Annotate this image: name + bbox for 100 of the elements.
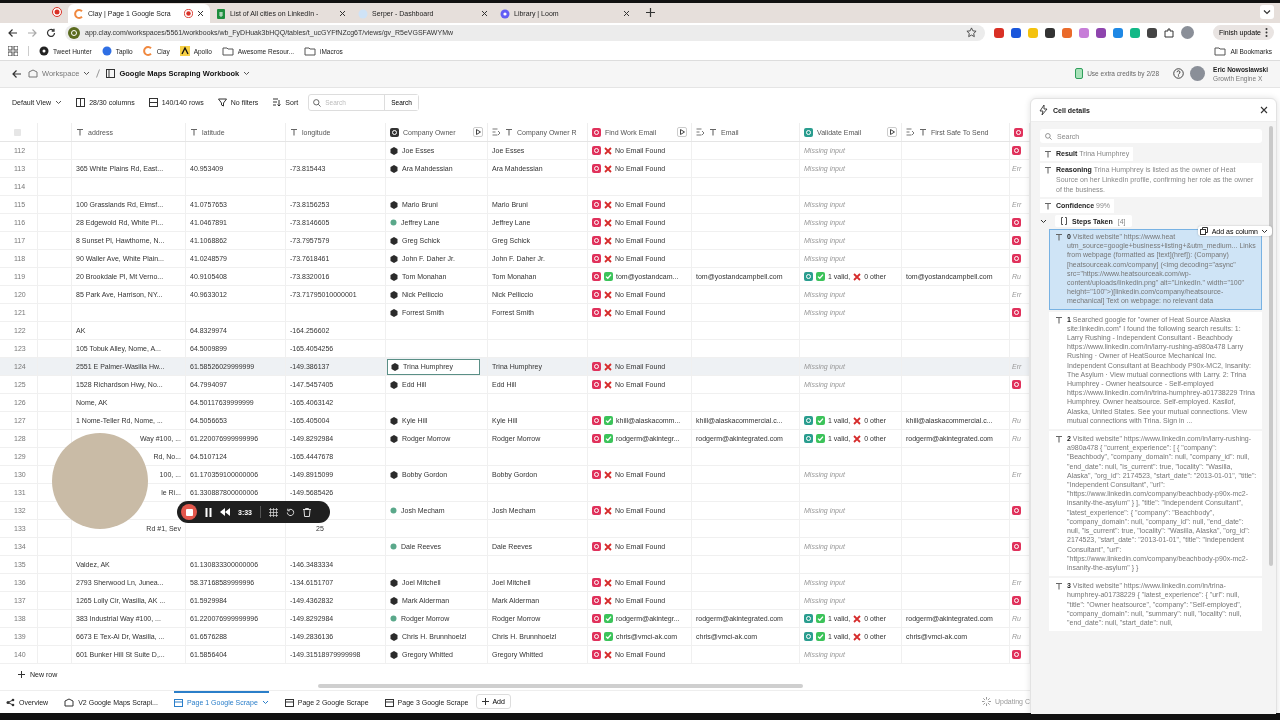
spinner-icon bbox=[981, 697, 991, 707]
app-icon bbox=[1012, 650, 1021, 660]
folder-icon bbox=[1214, 46, 1227, 57]
trash-icon[interactable] bbox=[303, 507, 311, 517]
app-icon bbox=[1012, 146, 1021, 156]
run-button[interactable] bbox=[473, 127, 483, 138]
app-icon bbox=[592, 164, 601, 174]
app-icon bbox=[592, 254, 601, 264]
app-icon bbox=[592, 308, 601, 318]
dot-icon bbox=[390, 219, 397, 227]
extension-icon[interactable] bbox=[1096, 27, 1106, 38]
back-arrow-icon[interactable] bbox=[8, 27, 18, 38]
check-icon bbox=[604, 416, 613, 426]
formula-icon bbox=[696, 128, 705, 137]
check-icon bbox=[816, 272, 825, 282]
close-icon[interactable] bbox=[197, 10, 204, 18]
breadcrumb-separator-icon bbox=[96, 69, 101, 79]
rows-icon bbox=[148, 98, 158, 108]
table-icon bbox=[173, 698, 183, 707]
cross-icon bbox=[604, 254, 612, 263]
cross-icon bbox=[604, 506, 612, 515]
extension-icon[interactable] bbox=[1045, 27, 1055, 38]
run-button[interactable] bbox=[677, 127, 687, 138]
chevron-down-icon[interactable] bbox=[1040, 217, 1047, 225]
check-icon bbox=[604, 272, 613, 282]
cross-icon bbox=[853, 416, 862, 425]
chevron-down-icon bbox=[1261, 228, 1268, 234]
grid-icon[interactable] bbox=[269, 507, 278, 517]
scrollbar-thumb[interactable] bbox=[318, 683, 803, 688]
restart-icon[interactable] bbox=[286, 507, 295, 517]
brackets-icon bbox=[1061, 217, 1067, 225]
folder-icon bbox=[221, 46, 234, 57]
app-icon bbox=[592, 236, 601, 246]
chevron-down-icon bbox=[243, 71, 251, 77]
close-icon[interactable] bbox=[481, 10, 488, 18]
app-icon bbox=[1012, 506, 1021, 516]
close-icon[interactable] bbox=[1260, 106, 1268, 114]
formula-icon bbox=[492, 128, 501, 137]
plus-icon[interactable] bbox=[646, 8, 655, 18]
text-type-icon bbox=[919, 128, 927, 137]
search-icon bbox=[1045, 133, 1052, 140]
pause-icon[interactable] bbox=[205, 507, 212, 517]
copy-icon[interactable] bbox=[1199, 227, 1208, 235]
app-icon bbox=[804, 614, 813, 624]
nodes-icon bbox=[6, 698, 15, 708]
c-logo-icon bbox=[142, 46, 153, 57]
stop-button[interactable] bbox=[181, 504, 197, 520]
back-arrow-icon[interactable] bbox=[12, 68, 22, 79]
app-icon bbox=[804, 272, 813, 282]
close-icon[interactable] bbox=[339, 10, 346, 18]
cross-icon bbox=[604, 542, 612, 551]
app-icon bbox=[1012, 308, 1021, 318]
dot-icon bbox=[390, 543, 397, 551]
cross-icon bbox=[604, 308, 612, 317]
star-icon[interactable] bbox=[966, 27, 977, 39]
search-icon bbox=[313, 98, 322, 107]
apps-grid-icon[interactable] bbox=[8, 46, 18, 57]
puzzle-icon[interactable] bbox=[1164, 27, 1174, 38]
avatar-icon[interactable] bbox=[1190, 66, 1206, 82]
app-icon bbox=[592, 542, 601, 552]
sparkle-icon bbox=[1039, 105, 1048, 115]
app-icon bbox=[1012, 254, 1021, 264]
extension-icon[interactable] bbox=[1147, 27, 1157, 38]
warehouse-icon bbox=[64, 698, 75, 708]
text-type-icon bbox=[290, 128, 298, 137]
coin-stack-icon bbox=[1075, 68, 1085, 80]
chevron-down-icon bbox=[83, 71, 91, 77]
app-icon bbox=[592, 146, 601, 156]
app-icon bbox=[1012, 380, 1021, 390]
triangle-icon bbox=[179, 46, 190, 57]
badge-icon bbox=[390, 200, 398, 209]
cross-icon bbox=[604, 362, 612, 371]
close-icon[interactable] bbox=[623, 10, 630, 18]
select-all-checkbox[interactable] bbox=[14, 128, 21, 136]
scrollbar-thumb[interactable] bbox=[1269, 126, 1273, 566]
app-icon bbox=[592, 506, 601, 516]
app-icon bbox=[592, 470, 601, 480]
cross-icon bbox=[604, 236, 612, 245]
record-icon[interactable] bbox=[52, 7, 62, 18]
text-type-icon bbox=[1055, 315, 1063, 324]
cross-icon bbox=[604, 164, 612, 173]
extension-icon[interactable] bbox=[1011, 27, 1021, 38]
check-icon bbox=[816, 416, 825, 426]
text-type-icon bbox=[76, 128, 84, 137]
app-icon bbox=[592, 650, 601, 660]
cross-icon bbox=[604, 146, 612, 155]
avatar-icon[interactable] bbox=[1181, 26, 1194, 40]
help-icon[interactable] bbox=[1173, 68, 1185, 80]
rewind-icon[interactable] bbox=[220, 508, 230, 516]
more-icon bbox=[1265, 28, 1268, 38]
run-button[interactable] bbox=[887, 127, 897, 138]
app-icon bbox=[1012, 236, 1021, 246]
cross-icon bbox=[853, 272, 862, 281]
app-icon bbox=[1012, 542, 1021, 552]
cross-icon bbox=[853, 632, 862, 641]
chevron-down-icon[interactable] bbox=[1260, 5, 1274, 20]
app-icon bbox=[592, 272, 601, 282]
app-icon bbox=[1012, 596, 1021, 606]
app-icon bbox=[592, 380, 601, 390]
reload-icon[interactable] bbox=[46, 27, 56, 38]
